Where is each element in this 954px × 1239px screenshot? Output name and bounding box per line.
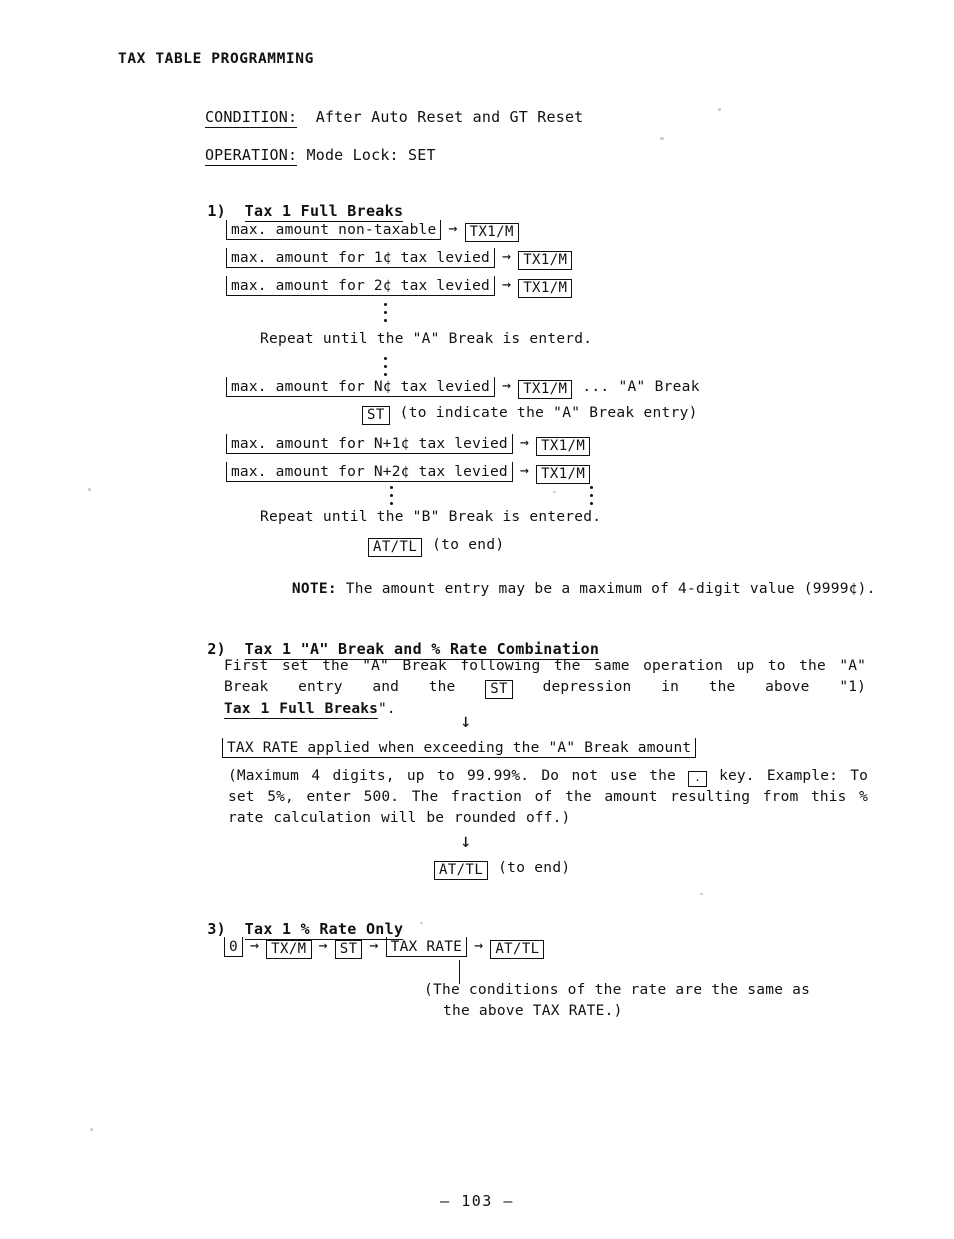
arrow-right-icon: →: [519, 433, 530, 451]
arrow-right-icon: →: [474, 936, 484, 954]
section-2-paragraph: First set the "A" Break following the sa…: [224, 656, 866, 720]
arrow-down-icon: ↓: [460, 830, 472, 852]
op-row-end: AT/TL (to end): [434, 860, 571, 881]
break-a-annotation: ... "A" Break: [582, 379, 700, 395]
tax-rate-field-row: TAX RATE applied when exceeding the "A" …: [222, 738, 697, 758]
key-st[interactable]: ST: [485, 680, 513, 700]
key-attl[interactable]: AT/TL: [368, 538, 423, 558]
key-txm[interactable]: TX/M: [266, 940, 312, 960]
scan-speck: [90, 1128, 93, 1131]
arrow-right-icon: →: [249, 936, 260, 954]
end-annotation: (to end): [432, 537, 505, 553]
op-row: max. amount for N+1¢ tax levied → TX1/M: [226, 433, 591, 457]
section-3-footnote-line1: (The conditions of the rate are the same…: [424, 982, 811, 998]
operation-row: OPERATION: Mode Lock: SET: [168, 128, 436, 182]
cross-reference-link[interactable]: Tax 1 Full Breaks: [224, 701, 378, 720]
key-tx1m[interactable]: TX1/M: [464, 223, 519, 243]
section-2-paren-note: (Maximum 4 digits, up to 99.99%. Do not …: [228, 766, 868, 829]
amount-field: max. amount for N+2¢ tax levied: [226, 462, 513, 482]
arrow-right-icon: →: [318, 936, 328, 954]
arrow-right-icon: →: [501, 275, 512, 293]
scan-speck: [420, 922, 423, 924]
condition-value: After Auto Reset and GT Reset: [297, 108, 584, 126]
page-title: TAX TABLE PROGRAMMING: [118, 51, 314, 67]
op-row: max. amount for 1¢ tax levied → TX1/M: [226, 247, 573, 271]
operation-label: OPERATION:: [204, 146, 298, 166]
paragraph-text-part2: depression in the above "1): [512, 679, 866, 695]
amount-field: max. amount non-taxable: [226, 220, 442, 240]
scan-speck: [700, 893, 703, 895]
arrow-down-icon: ↓: [460, 710, 472, 732]
amount-field: max. amount for 1¢ tax levied: [226, 248, 495, 268]
arrow-right-icon: →: [369, 936, 379, 954]
key-attl[interactable]: AT/TL: [434, 861, 489, 881]
arrow-right-icon: →: [519, 461, 530, 479]
vertical-ellipsis: [382, 298, 388, 322]
scan-speck: [553, 491, 556, 493]
key-attl[interactable]: AT/TL: [490, 940, 545, 960]
condition-label: CONDITION:: [204, 108, 298, 128]
tax-rate-field: TAX RATE: [385, 937, 468, 957]
st-annotation: (to indicate the "A" Break entry): [399, 405, 698, 421]
key-tx1m[interactable]: TX1/M: [518, 251, 573, 271]
arrow-right-icon: →: [501, 247, 512, 265]
section-3-flow: 0 → TX/M → ST → TAX RATE → AT/TL: [224, 936, 545, 960]
scan-speck: [718, 108, 721, 111]
vertical-ellipsis: [588, 481, 594, 505]
amount-field: max. amount for 2¢ tax levied: [226, 276, 495, 296]
op-row-end: AT/TL (to end): [368, 537, 505, 558]
key-decimal-point[interactable]: .: [688, 771, 707, 787]
note-text: The amount entry may be a maximum of 4-d…: [336, 581, 876, 597]
key-st[interactable]: ST: [362, 406, 390, 426]
section-3-footnote-line2: the above TAX RATE.): [443, 1003, 623, 1019]
op-row: max. amount for 2¢ tax levied → TX1/M: [226, 275, 573, 299]
tax-rate-field: TAX RATE applied when exceeding the "A" …: [222, 738, 697, 758]
section-1-number: 1): [207, 202, 226, 220]
key-tx1m[interactable]: TX1/M: [518, 279, 573, 299]
repeat-a-text: Repeat until the "A" Break is enterd.: [260, 331, 593, 347]
end-annotation: (to end): [498, 860, 571, 876]
repeat-b-text: Repeat until the "B" Break is entered.: [260, 509, 602, 525]
key-tx1m[interactable]: TX1/M: [518, 380, 573, 400]
amount-field: max. amount for N+1¢ tax levied: [226, 434, 513, 454]
key-st[interactable]: ST: [334, 940, 363, 960]
scan-speck: [88, 488, 91, 491]
connector-line: [459, 960, 460, 984]
op-row: max. amount non-taxable → TX1/M: [226, 219, 519, 243]
op-row-st: ST (to indicate the "A" Break entry): [362, 405, 698, 426]
operation-value: Mode Lock: SET: [297, 146, 436, 164]
note-label: NOTE:: [291, 581, 337, 597]
op-row: max. amount for N+2¢ tax levied → TX1/M: [226, 461, 591, 485]
zero-entry-field: 0: [224, 937, 243, 957]
scan-speck: [660, 137, 664, 140]
vertical-ellipsis: [382, 352, 388, 376]
paragraph-text-part3: ".: [377, 701, 396, 718]
page-number: – 103 –: [440, 1192, 514, 1210]
key-tx1m[interactable]: TX1/M: [536, 465, 591, 485]
vertical-ellipsis: [388, 481, 394, 505]
op-row-break-a: max. amount for N¢ tax levied → TX1/M ... "…: [226, 376, 700, 400]
arrow-right-icon: →: [501, 376, 512, 394]
arrow-right-icon: →: [448, 219, 458, 237]
document-page: TAX TABLE PROGRAMMING CONDITION: After A…: [0, 0, 954, 1239]
paren-text-part1: (Maximum 4 digits, up to 99.99%. Do not …: [228, 768, 689, 784]
section-1-note: NOTE: The amount entry may be a maximum …: [256, 565, 876, 613]
amount-field: max. amount for N¢ tax levied: [226, 377, 495, 397]
key-tx1m[interactable]: TX1/M: [536, 437, 591, 457]
